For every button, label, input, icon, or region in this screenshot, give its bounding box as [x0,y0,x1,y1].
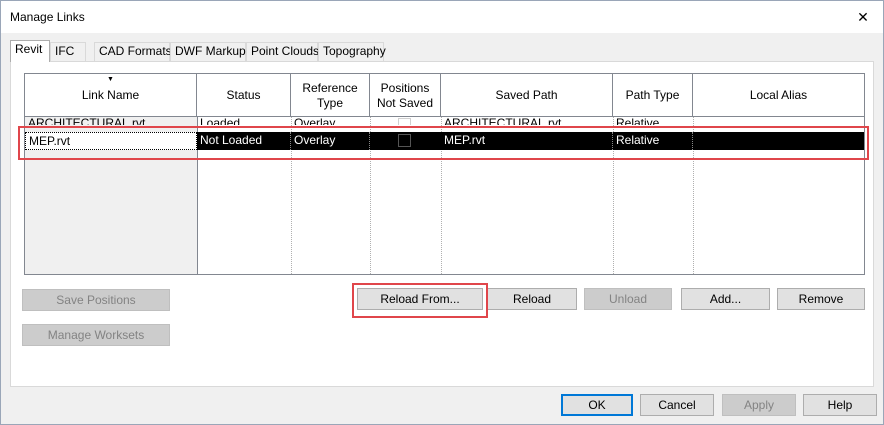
manage-links-dialog: Manage Links ✕ Revit IFC CAD Formats DWF… [0,0,884,425]
col-header-link-name-label: Link Name [81,88,140,102]
tab-cad-formats[interactable]: CAD Formats [94,42,172,61]
cell-saved-path: ARCHITECTURAL.rvt [444,116,562,125]
cell-reference-type: Overlay [291,132,370,150]
col-header-local-alias[interactable]: Local Alias [693,74,864,117]
tab-point-clouds[interactable]: Point Clouds [246,42,319,61]
col-header-path-type-label: Path Type [625,88,680,102]
reload-from-button[interactable]: Reload From... [357,288,483,310]
cell-link-name: ARCHITECTURAL.rvt [28,116,146,125]
cell-status: Not Loaded [197,132,291,150]
remove-button[interactable]: Remove [777,288,865,310]
tab-revit[interactable]: Revit [10,40,50,62]
positions-not-saved-checkbox[interactable] [398,118,411,125]
close-icon[interactable]: ✕ [851,5,875,29]
col-header-status[interactable]: Status [197,74,291,117]
table-row-selected[interactable]: MEP.rvt Not Loaded Overlay MEP.rvt Relat… [25,132,864,150]
unload-button[interactable]: Unload [584,288,672,310]
tab-topography[interactable]: Topography [318,42,386,61]
links-grid[interactable]: ▼ Link Name Status Reference Type Positi… [24,73,865,275]
col-header-positions-not-saved[interactable]: Positions Not Saved [370,74,441,117]
add-button[interactable]: Add... [681,288,770,310]
cell-reference-type: Overlay [294,116,336,125]
cell-link-name: MEP.rvt [25,132,197,150]
col-header-saved-path[interactable]: Saved Path [441,74,613,117]
revit-tab-panel: ▼ Link Name Status Reference Type Positi… [10,61,874,387]
col-header-saved-path-label: Saved Path [495,88,558,102]
cancel-button[interactable]: Cancel [640,394,714,416]
cell-local-alias [693,115,864,125]
cell-path-type: Relative [613,132,693,150]
reload-button[interactable]: Reload [487,288,577,310]
cell-saved-path: MEP.rvt [441,132,613,150]
positions-not-saved-checkbox[interactable] [398,134,411,147]
col-header-path-type[interactable]: Path Type [613,74,693,117]
cell-path-type: Relative [616,116,660,125]
table-row[interactable]: ARCHITECTURAL.rvt Loaded Overlay ARCHITE… [25,115,864,125]
sort-descending-icon: ▼ [107,76,114,83]
apply-button[interactable]: Apply [722,394,796,416]
help-button[interactable]: Help [803,394,877,416]
col-header-reference-type[interactable]: Reference Type [291,74,370,117]
tab-dwf-markups[interactable]: DWF Markups [170,42,252,61]
col-header-reference-type-label: Reference Type [302,80,358,110]
col-header-link-name[interactable]: ▼ Link Name [25,74,197,117]
col-header-local-alias-label: Local Alias [749,88,808,102]
ok-button[interactable]: OK [561,394,633,416]
save-positions-button[interactable]: Save Positions [22,289,170,311]
cell-status: Loaded [200,116,241,125]
tab-ifc[interactable]: IFC [50,42,86,61]
manage-worksets-button[interactable]: Manage Worksets [22,324,170,346]
grid-header: ▼ Link Name Status Reference Type Positi… [25,74,864,117]
cell-local-alias [693,132,864,150]
col-header-status-label: Status [226,88,261,102]
title-bar: Manage Links ✕ [1,1,883,33]
window-title: Manage Links [10,10,85,24]
col-header-positions-not-saved-label: Positions Not Saved [376,80,434,110]
